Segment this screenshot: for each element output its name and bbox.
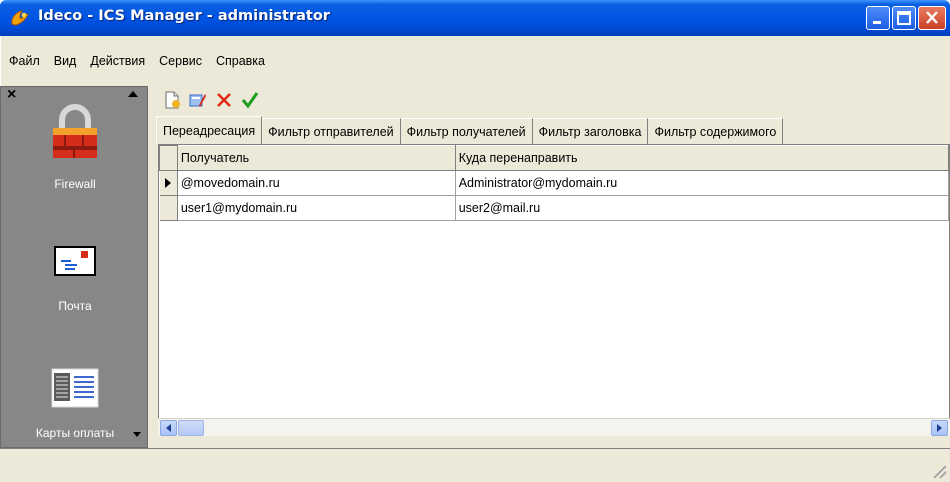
tab-recipient-filter[interactable]: Фильтр получателей (400, 118, 533, 144)
apply-button[interactable] (240, 90, 260, 110)
delete-button[interactable] (214, 90, 234, 110)
row-indicator[interactable] (159, 195, 178, 221)
sidebar-item-label: Firewall (54, 177, 96, 191)
maximize-button[interactable] (892, 6, 916, 30)
main-panel: Переадресация Фильтр отправителей Фильтр… (154, 86, 950, 448)
menu-actions[interactable]: Действия (90, 54, 145, 68)
menu-service[interactable]: Сервис (159, 54, 202, 68)
tab-header-filter[interactable]: Фильтр заголовка (532, 118, 649, 144)
resize-grip-icon[interactable] (934, 466, 946, 478)
app-logo-icon (11, 10, 29, 26)
row-indicator[interactable] (159, 170, 178, 196)
edit-button[interactable] (188, 90, 208, 110)
title-bar[interactable]: Ideco - ICS Manager - administrator (0, 0, 950, 36)
scrollbar-thumb[interactable] (178, 420, 204, 436)
cards-icon (51, 368, 99, 408)
delete-icon (217, 93, 231, 107)
menu-help[interactable]: Справка (216, 54, 265, 68)
cell-forward-to[interactable]: user2@mail.ru (455, 195, 949, 221)
menu-bar: Файл Вид Действия Сервис Справка (0, 36, 950, 86)
add-button[interactable] (162, 90, 182, 110)
grid-header-row: Получатель Куда перенаправить (159, 145, 949, 171)
arrow-left-icon (166, 424, 171, 432)
sidebar-item-firewall[interactable] (1, 101, 149, 159)
sidebar-item-mail[interactable] (1, 243, 149, 281)
envelope-icon (54, 246, 96, 276)
close-icon (926, 11, 938, 24)
scroll-down-icon[interactable] (133, 432, 141, 437)
edit-icon (189, 94, 206, 107)
current-row-icon (164, 178, 171, 188)
tab-strip: Переадресация Фильтр отправителей Фильтр… (156, 116, 784, 144)
minimize-icon (873, 21, 881, 24)
horizontal-scrollbar[interactable] (158, 418, 950, 436)
scroll-right-button[interactable] (931, 420, 948, 436)
padlock-icon (53, 104, 97, 158)
table-row[interactable]: @movedomain.ru Administrator@mydomain.ru (159, 170, 949, 196)
scroll-up-icon[interactable] (128, 91, 138, 97)
tab-content-filter[interactable]: Фильтр содержимого (648, 118, 784, 144)
tab-forwarding[interactable]: Переадресация (156, 116, 263, 144)
close-button[interactable] (918, 6, 946, 30)
cell-recipient[interactable]: @movedomain.ru (177, 170, 456, 196)
sidebar-item-label: Карты оплаты (35, 426, 115, 440)
sidebar: × Firewall Почта Карты оплаты (0, 86, 148, 448)
sidebar-item-payment-cards[interactable] (1, 367, 149, 411)
minimize-button[interactable] (866, 6, 890, 30)
column-header-recipient[interactable]: Получатель (176, 145, 456, 171)
forwarding-grid: Получатель Куда перенаправить @movedomai… (158, 144, 950, 436)
scroll-left-button[interactable] (160, 420, 177, 436)
status-bar (0, 448, 950, 482)
tab-sender-filter[interactable]: Фильтр отправителей (262, 118, 401, 144)
toolbar (154, 86, 260, 114)
arrow-right-icon (937, 424, 942, 432)
row-header-corner (159, 145, 178, 171)
cell-recipient[interactable]: user1@mydomain.ru (177, 195, 456, 221)
cell-forward-to[interactable]: Administrator@mydomain.ru (455, 170, 949, 196)
maximize-icon (897, 11, 911, 25)
apply-check-icon (241, 92, 259, 109)
table-row[interactable]: user1@mydomain.ru user2@mail.ru (159, 195, 949, 221)
column-header-forward-to[interactable]: Куда перенаправить (454, 145, 949, 171)
sidebar-item-label: Почта (58, 299, 92, 313)
menu-view[interactable]: Вид (54, 54, 77, 68)
new-document-icon (165, 91, 180, 109)
window-title: Ideco - ICS Manager - administrator (38, 8, 330, 24)
menu-file[interactable]: Файл (9, 54, 40, 68)
